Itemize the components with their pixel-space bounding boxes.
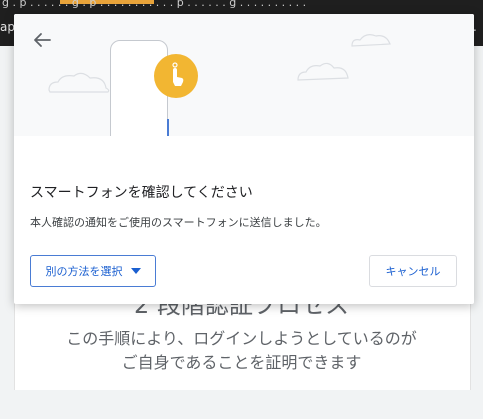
page-description-line-2: ご自身であることを証明できます [121, 353, 362, 372]
cloud-icon [48, 72, 110, 93]
tap-badge [154, 54, 198, 98]
cloud-icon [297, 62, 349, 81]
url-fragment: g . p . . . . . . g . p . . . . . . . . … [2, 0, 307, 9]
choose-other-method-label: 別の方法を選択 [45, 265, 123, 278]
hand-tap-icon [172, 62, 184, 86]
dialog-illustration [14, 14, 474, 136]
cancel-label: キャンセル [385, 265, 441, 278]
caret-down-icon [130, 268, 141, 274]
page-description: この手順により、ログインしようとしているのが ご自身であることを証明できます [0, 327, 483, 375]
side-right-label: . [473, 20, 477, 34]
verify-phone-dialog: スマートフォンを確認してください 本人確認の通知をご使用のスマートフォンに送信し… [14, 14, 474, 304]
phone-accent [149, 119, 169, 136]
dialog-message: 本人確認の通知をご使用のスマートフォンに送信しました。 [30, 216, 327, 229]
page-description-line-1: この手順により、ログインしようとしているのが [66, 329, 417, 348]
cloud-icon [351, 34, 391, 47]
back-arrow-icon[interactable] [30, 28, 54, 52]
dialog-title: スマートフォンを確認してください [30, 185, 253, 201]
choose-other-method-button[interactable]: 別の方法を選択 [30, 255, 156, 287]
cancel-button[interactable]: キャンセル [369, 255, 457, 287]
side-label: ap [0, 20, 15, 34]
